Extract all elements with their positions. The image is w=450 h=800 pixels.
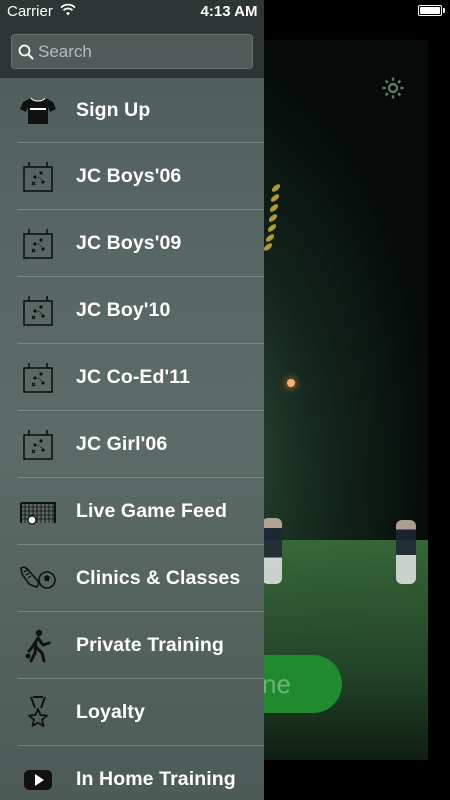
menu-item-label: Loyalty [76, 701, 145, 723]
tactics-board-icon [19, 160, 57, 194]
carrier-label: Carrier [7, 3, 53, 20]
menu-item-label: JC Boy'10 [76, 299, 171, 321]
tactics-board-icon [19, 361, 57, 395]
menu-item-label: Private Training [76, 634, 224, 656]
menu-item-jc-girl-06[interactable]: JC Girl'06 [0, 411, 264, 478]
stadium-light [287, 379, 295, 387]
navigation-drawer: Sign Up JC Boys'06 [0, 0, 264, 800]
tactics-board-icon [19, 294, 57, 328]
battery-cap [443, 8, 445, 13]
laurel-icon [262, 180, 286, 260]
player-figure [262, 518, 282, 584]
menu-item-label: JC Girl'06 [76, 433, 168, 455]
medal-icon [19, 696, 57, 730]
player-kick-icon [19, 629, 57, 663]
menu-item-label: In Home Training [76, 768, 236, 790]
search-input[interactable] [38, 35, 244, 68]
tactics-board-icon [19, 227, 57, 261]
menu-item-jc-boy-10[interactable]: JC Boy'10 [0, 277, 264, 344]
menu-item-label: JC Boys'06 [76, 165, 182, 187]
menu-item-label: Clinics & Classes [76, 567, 241, 589]
wifi-icon [60, 3, 76, 17]
video-play-icon [19, 763, 57, 797]
menu-item-label: JC Boys'09 [76, 232, 182, 254]
search-icon [18, 44, 34, 60]
menu-item-label: JC Co-Ed'11 [76, 366, 191, 388]
menu-item-jc-co-ed-11[interactable]: JC Co-Ed'11 [0, 344, 264, 411]
battery-icon [418, 5, 442, 16]
menu-item-label: Sign Up [76, 99, 151, 121]
menu-item-clinics-classes[interactable]: Clinics & Classes [0, 545, 264, 612]
menu-item-jc-boys-06[interactable]: JC Boys'06 [0, 143, 264, 210]
status-time: 4:13 AM [200, 3, 258, 20]
menu-item-private-training[interactable]: Private Training [0, 612, 264, 679]
menu-item-sign-up[interactable]: Sign Up [0, 78, 264, 143]
player-figure [396, 520, 416, 584]
status-bar: Carrier 4:13 AM [0, 0, 450, 24]
jersey-icon [19, 94, 57, 128]
menu-item-in-home-training[interactable]: In Home Training [0, 746, 264, 800]
menu-item-label: Live Game Feed [76, 500, 227, 522]
shoe-ball-icon [19, 562, 57, 596]
menu-list: Sign Up JC Boys'06 JC Boys'09 JC Boy'10 … [0, 78, 264, 800]
menu-item-live-game-feed[interactable]: Live Game Feed [0, 478, 264, 545]
menu-item-jc-boys-09[interactable]: JC Boys'09 [0, 210, 264, 277]
goal-net-icon [19, 495, 57, 529]
search-bar[interactable] [11, 34, 253, 69]
settings-gear-icon[interactable] [381, 76, 405, 100]
cta-button-label: ne [262, 669, 291, 699]
cta-button[interactable]: ne [262, 655, 342, 713]
tactics-board-icon [19, 428, 57, 462]
menu-item-loyalty[interactable]: Loyalty [0, 679, 264, 746]
